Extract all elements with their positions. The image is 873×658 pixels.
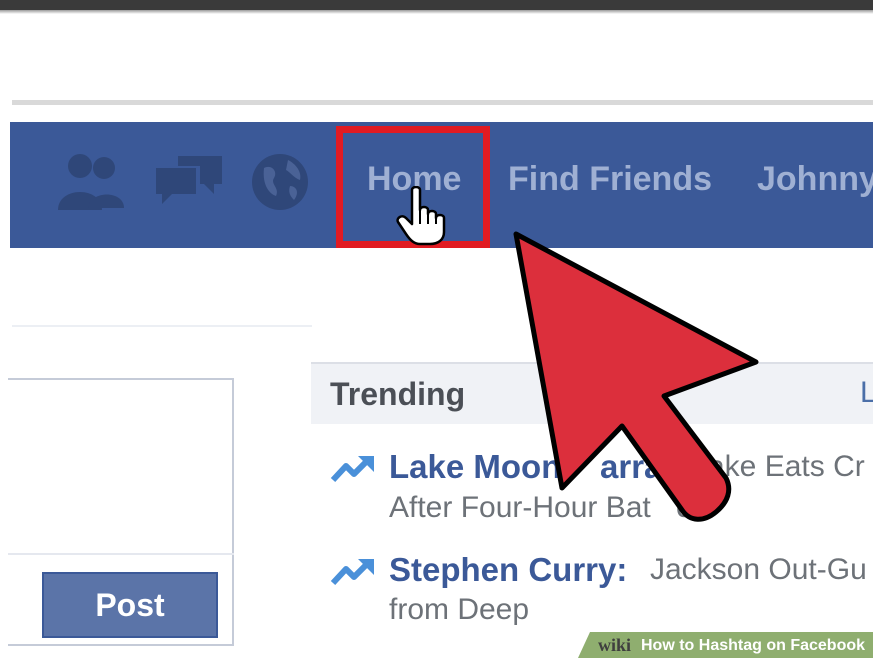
composer-divider xyxy=(8,553,234,555)
messages-icon[interactable] xyxy=(152,150,226,219)
trending-arrow-icon xyxy=(330,452,376,489)
content-divider xyxy=(12,325,312,327)
red-pointer-arrow-icon xyxy=(500,220,770,535)
trending-learn-more-link[interactable]: L xyxy=(860,376,873,410)
post-button[interactable]: Post xyxy=(42,572,218,638)
notifications-globe-icon[interactable] xyxy=(250,150,312,219)
trending-item-description: Jackson Out-Gu xyxy=(650,553,867,586)
window-top-shadow xyxy=(0,10,873,14)
nav-profile-link[interactable]: Johnny xyxy=(757,160,873,199)
trending-arrow-icon xyxy=(330,555,376,592)
friend-requests-icon[interactable] xyxy=(54,150,128,219)
window-top-edge xyxy=(0,0,873,10)
nav-find-friends-link[interactable]: Find Friends xyxy=(508,160,712,199)
browser-divider xyxy=(12,100,873,105)
trending-item-description-line2: from Deep xyxy=(389,593,530,626)
wikihow-article-title: How to Hashtag on Facebook xyxy=(641,637,866,654)
trending-title: Trending xyxy=(330,376,466,412)
wikihow-brand: wiki xyxy=(598,635,632,655)
hand-pointer-cursor-icon xyxy=(396,185,450,251)
trending-item-name[interactable]: Stephen Curry: xyxy=(389,551,627,589)
